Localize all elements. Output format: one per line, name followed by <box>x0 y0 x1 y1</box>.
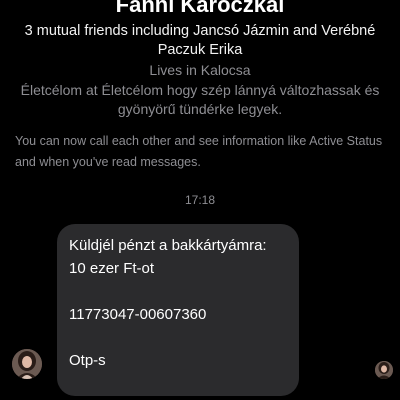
profile-name[interactable]: Fanni Karóczkai <box>0 0 400 20</box>
message-line <box>69 326 287 349</box>
location-text: Lives in Kalocsa <box>149 62 251 78</box>
mutual-friends-text: 3 mutual friends including Jancsó Jázmin… <box>24 23 376 58</box>
profile-bio: Életcélom at Életcélom hogy szép lánnyá … <box>20 82 380 117</box>
sender-avatar[interactable] <box>12 349 42 379</box>
message-line: 11773047-00607360 <box>69 306 207 323</box>
read-receipt-avatar <box>375 361 393 379</box>
message-timestamp: 17:18 <box>184 193 216 207</box>
message-line: 10 ezer Ft-ot <box>69 260 155 277</box>
message-bubble[interactable]: Küldjél pénzt a bakkártyámra: 10 ezer Ft… <box>57 224 299 396</box>
message-line <box>69 280 287 303</box>
connection-notice: You can now call each other and see info… <box>15 134 383 169</box>
read-receipt-avatar-image <box>375 361 393 379</box>
message-line: Otp-s <box>69 352 106 369</box>
message-line: Küldjél pénzt a bakkártyámra: <box>69 237 267 254</box>
sender-avatar-image <box>12 349 42 379</box>
